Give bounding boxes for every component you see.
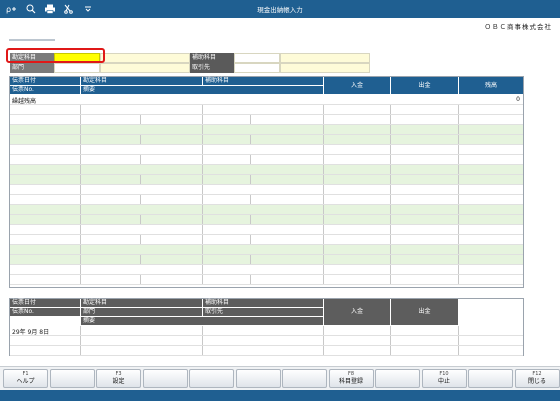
fkey-number: F12 [532,371,542,377]
fkey-label: 設定 [112,378,125,385]
department-field[interactable] [54,63,100,73]
fkey-button-8[interactable]: F8 科目登録 [328,369,374,388]
fkey-button-12[interactable]: F12 閉じる [514,369,560,388]
ledger-row[interactable] [10,195,523,205]
tab-indicator [9,39,55,41]
ledger-row[interactable] [10,105,523,115]
status-bar [0,390,560,401]
entry-col-account: 勘定科目 [81,299,202,307]
entry-date-field[interactable]: 29年 9月 8日 [12,327,49,336]
ledger-col-slip-no: 伝票No. [10,86,80,94]
entry-row-1[interactable]: 29年 9月 8日 [10,326,523,336]
fkey-number [190,370,233,371]
ledger-row[interactable] [10,245,523,255]
ledger-row[interactable] [10,215,523,225]
carryover-row[interactable]: 繰越残高 0 [10,95,523,105]
entry-col-blank [459,299,523,325]
fkey-number: F10 [439,371,449,377]
fkey-button-2[interactable] [49,369,95,388]
entry-grid: 伝票日付 勘定科目 補助科目 伝票No. 部門 取引先 摘要 入金 出金 29年… [9,298,524,356]
window-title: 現金出納帳入力 [257,6,303,14]
ledger-row[interactable] [10,265,523,275]
entry-col-slip-no: 伝票No. [10,308,80,316]
ledger-row[interactable] [10,135,523,145]
ledger-row[interactable] [10,235,523,245]
ledger-col-withdrawal: 出金 [391,77,458,94]
ledger-row[interactable] [10,225,523,235]
sub-account-name-field [280,53,370,63]
ledger-grid: 伝票日付 勘定科目 補助科目 伝票No. 摘要 入金 出金 残高 繰越残高 0 [9,76,524,288]
fkey-button-10[interactable]: F10 中止 [421,369,467,388]
ledger-row[interactable] [10,115,523,125]
fkey-button-6[interactable] [235,369,281,388]
fkey-number [469,370,512,371]
entry-col-partner: 取引先 [203,308,323,316]
entry-col-department: 部門 [81,308,202,316]
ledger-row[interactable] [10,205,523,215]
ledger-row[interactable] [10,165,523,175]
ledger-col-account: 勘定科目 [81,77,202,85]
entry-col-memo: 摘要 [81,317,323,325]
entry-col-withdrawal: 出金 [391,299,458,325]
partner-field[interactable] [234,63,280,73]
fkey-button-5[interactable] [189,369,234,388]
fkey-label: 閉じる [527,378,546,385]
ledger-row[interactable] [10,155,523,165]
fkey-number [237,370,280,371]
ledger-row[interactable] [10,125,523,135]
carryover-label: 繰越残高 [12,98,37,105]
focus-highlight [6,48,105,63]
department-name-field [100,63,190,73]
ledger-row[interactable] [10,185,523,195]
function-key-bar: F1 ヘルプ F3 設定 F8 科目登録 F10 中止 F12 閉じる [0,366,560,390]
ledger-col-memo: 摘要 [81,86,323,94]
fkey-label: 中止 [437,378,450,385]
ledger-col-balance: 残高 [459,77,523,94]
partner-name-field [280,63,370,73]
fkey-button-7[interactable] [282,369,327,388]
fkey-number [144,370,187,371]
entry-row-2[interactable] [10,336,523,346]
department-label: 部門 [10,63,54,73]
partner-label: 取引先 [190,63,234,73]
carryover-balance: 0 [516,96,520,103]
ledger-col-deposit: 入金 [324,77,390,94]
company-name: ＯＢＣ商事株式会社 [484,23,552,31]
fkey-button-1[interactable]: F1 ヘルプ [3,369,48,388]
ledger-row[interactable] [10,145,523,155]
entry-col-date: 伝票日付 [10,299,80,307]
title-bar: ρ 現金出納帳入力 [0,0,560,18]
fkey-button-4[interactable] [142,369,188,388]
fkey-number: F3 [115,371,122,377]
fkey-button-9[interactable] [375,369,420,388]
fkey-number: F1 [22,371,29,377]
sub-account-field[interactable] [234,53,280,63]
ledger-row[interactable] [10,175,523,185]
ledger-col-sub-account: 補助科目 [203,77,323,85]
fkey-number [51,370,94,371]
fkey-number [376,370,419,371]
entry-row-3[interactable] [10,346,523,356]
fkey-label: ヘルプ [16,378,35,385]
fkey-number: F8 [347,371,355,377]
entry-col-deposit: 入金 [324,299,390,325]
sub-account-label: 補助科目 [190,53,234,63]
fkey-button-11[interactable] [468,369,513,388]
ledger-row[interactable] [10,255,523,265]
account-name-field [100,53,190,63]
fkey-label: 科目登録 [338,378,363,385]
fkey-button-3[interactable]: F3 設定 [96,369,141,388]
ledger-col-date: 伝票日付 [10,77,80,85]
entry-col-sub-account: 補助科目 [203,299,323,307]
fkey-number [283,370,326,371]
ledger-row[interactable] [10,275,523,285]
